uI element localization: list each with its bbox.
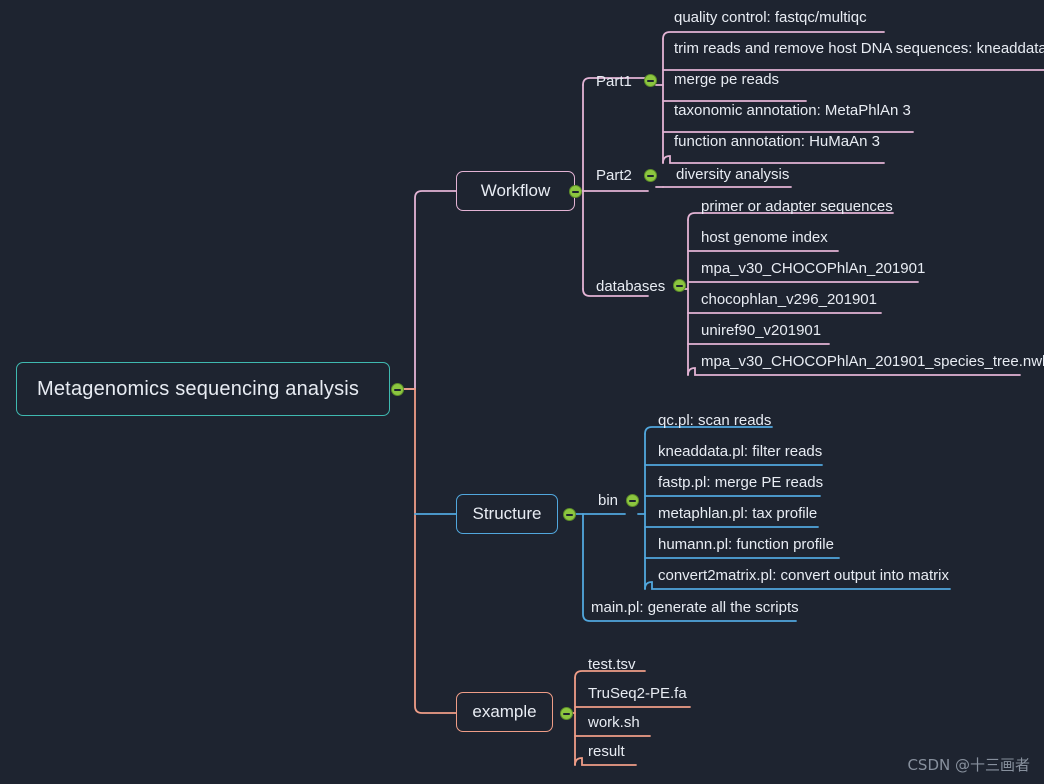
- leaf-qc-pl[interactable]: qc.pl: scan reads: [658, 411, 771, 431]
- watermark: CSDN @十三画者: [907, 756, 1030, 774]
- root-label: Metagenomics sequencing analysis: [37, 377, 360, 400]
- leaf-taxonomic-annotation[interactable]: taxonomic annotation: MetaPhlAn 3: [674, 101, 911, 121]
- group-label-part2[interactable]: Part2: [596, 166, 632, 186]
- leaf-merge-pe-reads[interactable]: merge pe reads: [674, 70, 779, 90]
- leaf-result[interactable]: result: [588, 742, 625, 762]
- leaf-quality-control[interactable]: quality control: fastqc/multiqc: [674, 8, 867, 28]
- leaf-test-tsv[interactable]: test.tsv: [588, 655, 636, 675]
- leaf-function-annotation[interactable]: function annotation: HuMaAn 3: [674, 132, 880, 152]
- group-label-bin[interactable]: bin: [598, 491, 618, 511]
- example-collapse-toggle[interactable]: [560, 707, 573, 720]
- leaf-trim-reads[interactable]: trim reads and remove host DNA sequences…: [674, 39, 1044, 59]
- group-label-databases[interactable]: databases: [596, 277, 665, 297]
- leaf-main-pl[interactable]: main.pl: generate all the scripts: [591, 598, 799, 618]
- branch-node-structure[interactable]: Structure: [456, 494, 558, 534]
- leaf-uniref90[interactable]: uniref90_v201901: [701, 321, 821, 341]
- part1-collapse-toggle[interactable]: [644, 74, 657, 87]
- mindmap-canvas: Metagenomics sequencing analysis Workflo…: [0, 0, 1044, 784]
- leaf-convert2matrix-pl[interactable]: convert2matrix.pl: convert output into m…: [658, 566, 949, 586]
- branch-node-example[interactable]: example: [456, 692, 553, 732]
- leaf-species-tree[interactable]: mpa_v30_CHOCOPhlAn_201901_species_tree.n…: [701, 352, 1044, 372]
- branch-node-workflow[interactable]: Workflow: [456, 171, 575, 211]
- branch-label-structure: Structure: [472, 504, 542, 523]
- workflow-collapse-toggle[interactable]: [569, 185, 582, 198]
- leaf-fastp-pl[interactable]: fastp.pl: merge PE reads: [658, 473, 823, 493]
- branch-label-workflow: Workflow: [480, 181, 551, 200]
- root-node[interactable]: Metagenomics sequencing analysis: [16, 362, 390, 416]
- group-label-part1[interactable]: Part1: [596, 72, 632, 92]
- databases-collapse-toggle[interactable]: [673, 279, 686, 292]
- part2-collapse-toggle[interactable]: [644, 169, 657, 182]
- leaf-diversity-analysis[interactable]: diversity analysis: [676, 165, 789, 185]
- leaf-chocophlan[interactable]: chocophlan_v296_201901: [701, 290, 877, 310]
- branch-label-example: example: [472, 702, 537, 721]
- leaf-metaphlan-pl[interactable]: metaphlan.pl: tax profile: [658, 504, 817, 524]
- leaf-kneaddata-pl[interactable]: kneaddata.pl: filter reads: [658, 442, 822, 462]
- leaf-truseq2-pe[interactable]: TruSeq2-PE.fa: [588, 684, 687, 704]
- leaf-mpa-v30[interactable]: mpa_v30_CHOCOPhlAn_201901: [701, 259, 925, 279]
- root-collapse-toggle[interactable]: [391, 383, 404, 396]
- bin-collapse-toggle[interactable]: [626, 494, 639, 507]
- leaf-primer-adapter[interactable]: primer or adapter sequences: [701, 197, 893, 217]
- structure-collapse-toggle[interactable]: [563, 508, 576, 521]
- leaf-humann-pl[interactable]: humann.pl: function profile: [658, 535, 834, 555]
- leaf-host-genome[interactable]: host genome index: [701, 228, 828, 248]
- leaf-work-sh[interactable]: work.sh: [588, 713, 640, 733]
